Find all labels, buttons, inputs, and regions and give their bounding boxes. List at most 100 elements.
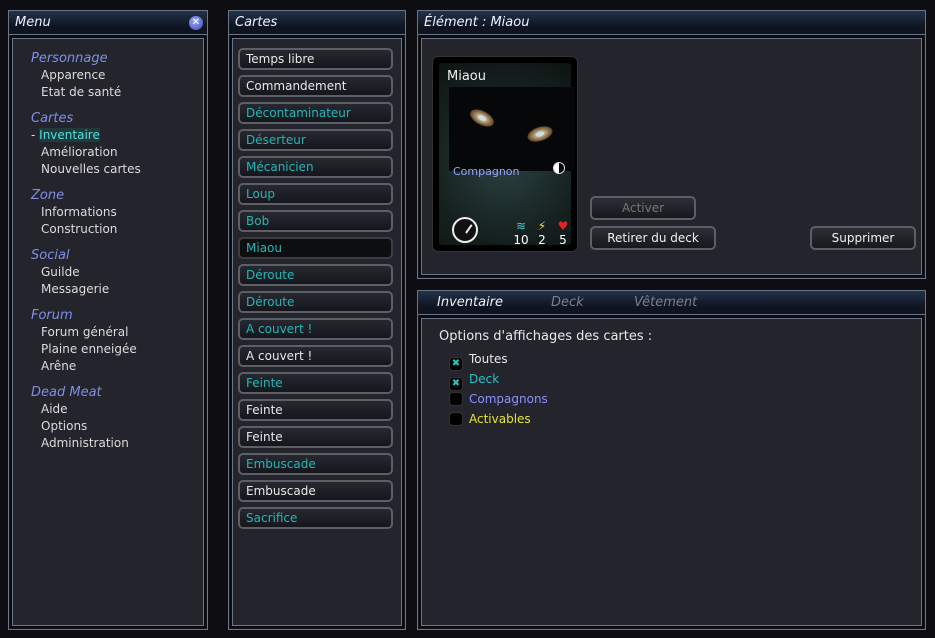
card-list-item[interactable]: Mécanicien	[238, 156, 393, 178]
card-list-item[interactable]: Embuscade	[238, 480, 393, 502]
card-list-item[interactable]: Déroute	[238, 264, 393, 286]
eye-icon	[467, 105, 497, 131]
menu-category: Dead Meat	[31, 385, 102, 400]
option-item[interactable]: Activables	[449, 411, 531, 427]
menu-item[interactable]: Forum général	[41, 324, 203, 341]
menu-title: Menu	[15, 15, 51, 30]
menu-item[interactable]: Informations	[41, 204, 203, 221]
card-list-item[interactable]: Déroute	[238, 291, 393, 313]
menu-item-label: Apparence	[41, 68, 106, 82]
card-list-item[interactable]: Commandement	[238, 75, 393, 97]
option-item[interactable]: ✖ Toutes	[449, 351, 508, 371]
card-list-item[interactable]: Feinte	[238, 399, 393, 421]
tab-deck[interactable]: Deck	[551, 295, 584, 310]
menu-item[interactable]: Administration	[41, 435, 203, 452]
close-icon[interactable]: ✕	[189, 16, 203, 30]
menu-panel: Menu ✕ Personnage Apparence Etat de santé C…	[8, 10, 208, 630]
lightning-icon: ⚡	[537, 219, 547, 233]
card-stat: ⚡ 2	[532, 219, 552, 247]
card-type: Compagnon	[453, 165, 520, 178]
menu-category: Forum	[31, 308, 73, 323]
card-stat: ≋ 10	[511, 219, 531, 247]
option-label: Compagnons	[469, 392, 548, 406]
cards-body: Temps libre Commandement Décontaminateur Dé…	[232, 38, 402, 626]
menu-item-label: Administration	[41, 436, 129, 450]
cards-header: Cartes	[229, 11, 405, 35]
cards-title: Cartes	[235, 15, 278, 30]
card-inner: Miaou Compagnon ≋ 10 ⚡ 2 ♥ 5	[439, 63, 575, 247]
inventory-panel: Inventaire Deck Vêtement Options d'afficha…	[417, 290, 926, 630]
cards-panel: Cartes Temps libre Commandement Décontamin…	[228, 10, 406, 630]
menu-group-forum: Forum Forum général Plaine enneigée Arêne	[31, 308, 203, 375]
menu-item-label: Nouvelles cartes	[41, 162, 141, 176]
menu-item[interactable]: Guilde	[41, 264, 203, 281]
card-preview: Miaou Compagnon ≋ 10 ⚡ 2 ♥ 5	[432, 56, 578, 252]
card-list-item[interactable]: Miaou	[238, 237, 393, 259]
checkbox[interactable]	[449, 412, 463, 426]
tab-inventaire[interactable]: Inventaire	[437, 295, 503, 310]
card-list-item[interactable]: Feinte	[238, 372, 393, 394]
menu-group-dead-meat: Dead Meat Aide Options Administration	[31, 385, 203, 452]
menu-item-label: Plaine enneigée	[41, 342, 137, 356]
menu-group-personnage: Personnage Apparence Etat de santé	[31, 51, 203, 101]
menu-item[interactable]: Etat de santé	[41, 84, 203, 101]
menu-item[interactable]: Messagerie	[41, 281, 203, 298]
element-panel: Élément : Miaou Miaou Compagnon ≋ 10 ⚡ 2 ♥ 5 …	[417, 10, 926, 279]
menu-category: Cartes	[31, 111, 74, 126]
card-stat: ♥ 5	[553, 219, 573, 247]
inventory-body: Options d'affichages des cartes : ✖ Toute…	[421, 318, 922, 626]
menu-item[interactable]: Plaine enneigée	[41, 341, 203, 358]
menu-item[interactable]: Arêne	[41, 358, 203, 375]
card-list-item[interactable]: Temps libre	[238, 48, 393, 70]
option-label: Toutes	[469, 352, 508, 366]
card-stat-value: 2	[538, 233, 546, 247]
menu-category: Personnage	[31, 51, 108, 66]
menu-group-social: Social Guilde Messagerie	[31, 248, 203, 298]
option-label: Activables	[469, 412, 531, 426]
remove-from-deck-button[interactable]: Retirer du deck	[590, 226, 716, 250]
option-item[interactable]: Compagnons	[449, 391, 548, 407]
menu-item[interactable]: Apparence	[41, 67, 203, 84]
menu-item[interactable]: Nouvelles cartes	[41, 161, 203, 178]
card-list-item[interactable]: Bob	[238, 210, 393, 232]
menu-item[interactable]: Amélioration	[41, 144, 203, 161]
card-list-item[interactable]: A couvert !	[238, 345, 393, 367]
menu-item[interactable]: Construction	[41, 221, 203, 238]
yin-yang-icon	[553, 162, 565, 174]
menu-item-active[interactable]: - Inventaire	[31, 127, 203, 144]
activate-button[interactable]: Activer	[590, 196, 696, 220]
option-item[interactable]: ✖ Deck	[449, 371, 500, 391]
card-list-item[interactable]: A couvert !	[238, 318, 393, 340]
menu-header: Menu ✕	[9, 11, 207, 35]
menu-item-label: Construction	[41, 222, 118, 236]
menu-item-label: Options	[41, 419, 88, 433]
gauge-icon	[452, 217, 478, 243]
element-header: Élément : Miaou	[418, 11, 925, 35]
menu-item[interactable]: Options	[41, 418, 203, 435]
signal-icon: ≋	[515, 219, 527, 233]
card-list-item[interactable]: Loup	[238, 183, 393, 205]
card-list-item[interactable]: Embuscade	[238, 453, 393, 475]
card-stat-value: 5	[559, 233, 567, 247]
option-label: Deck	[469, 372, 500, 386]
menu-item-label: Aide	[41, 402, 68, 416]
card-list-item[interactable]: Feinte	[238, 426, 393, 448]
tab-vêtement[interactable]: Vêtement	[634, 295, 697, 310]
menu-body: Personnage Apparence Etat de santé Cartes - …	[12, 38, 204, 626]
menu-item-label: Messagerie	[41, 282, 110, 296]
element-title: Élément : Miaou	[424, 15, 530, 30]
delete-button[interactable]: Supprimer	[810, 226, 916, 250]
card-list-item[interactable]: Décontaminateur	[238, 102, 393, 124]
menu-item-label: Guilde	[41, 265, 80, 279]
checkbox[interactable]: ✖	[449, 377, 463, 391]
card-name: Miaou	[447, 69, 486, 84]
checkbox[interactable]: ✖	[449, 357, 463, 371]
menu-category: Zone	[31, 188, 65, 203]
options-title: Options d'affichages des cartes :	[439, 329, 653, 344]
menu-item[interactable]: Aide	[41, 401, 203, 418]
menu-item-label: Informations	[41, 205, 117, 219]
card-list-item[interactable]: Déserteur	[238, 129, 393, 151]
menu-group-cartes: Cartes - Inventaire Amélioration Nouvelles …	[31, 111, 203, 178]
card-list-item[interactable]: Sacrifice	[238, 507, 393, 529]
checkbox[interactable]	[449, 392, 463, 406]
